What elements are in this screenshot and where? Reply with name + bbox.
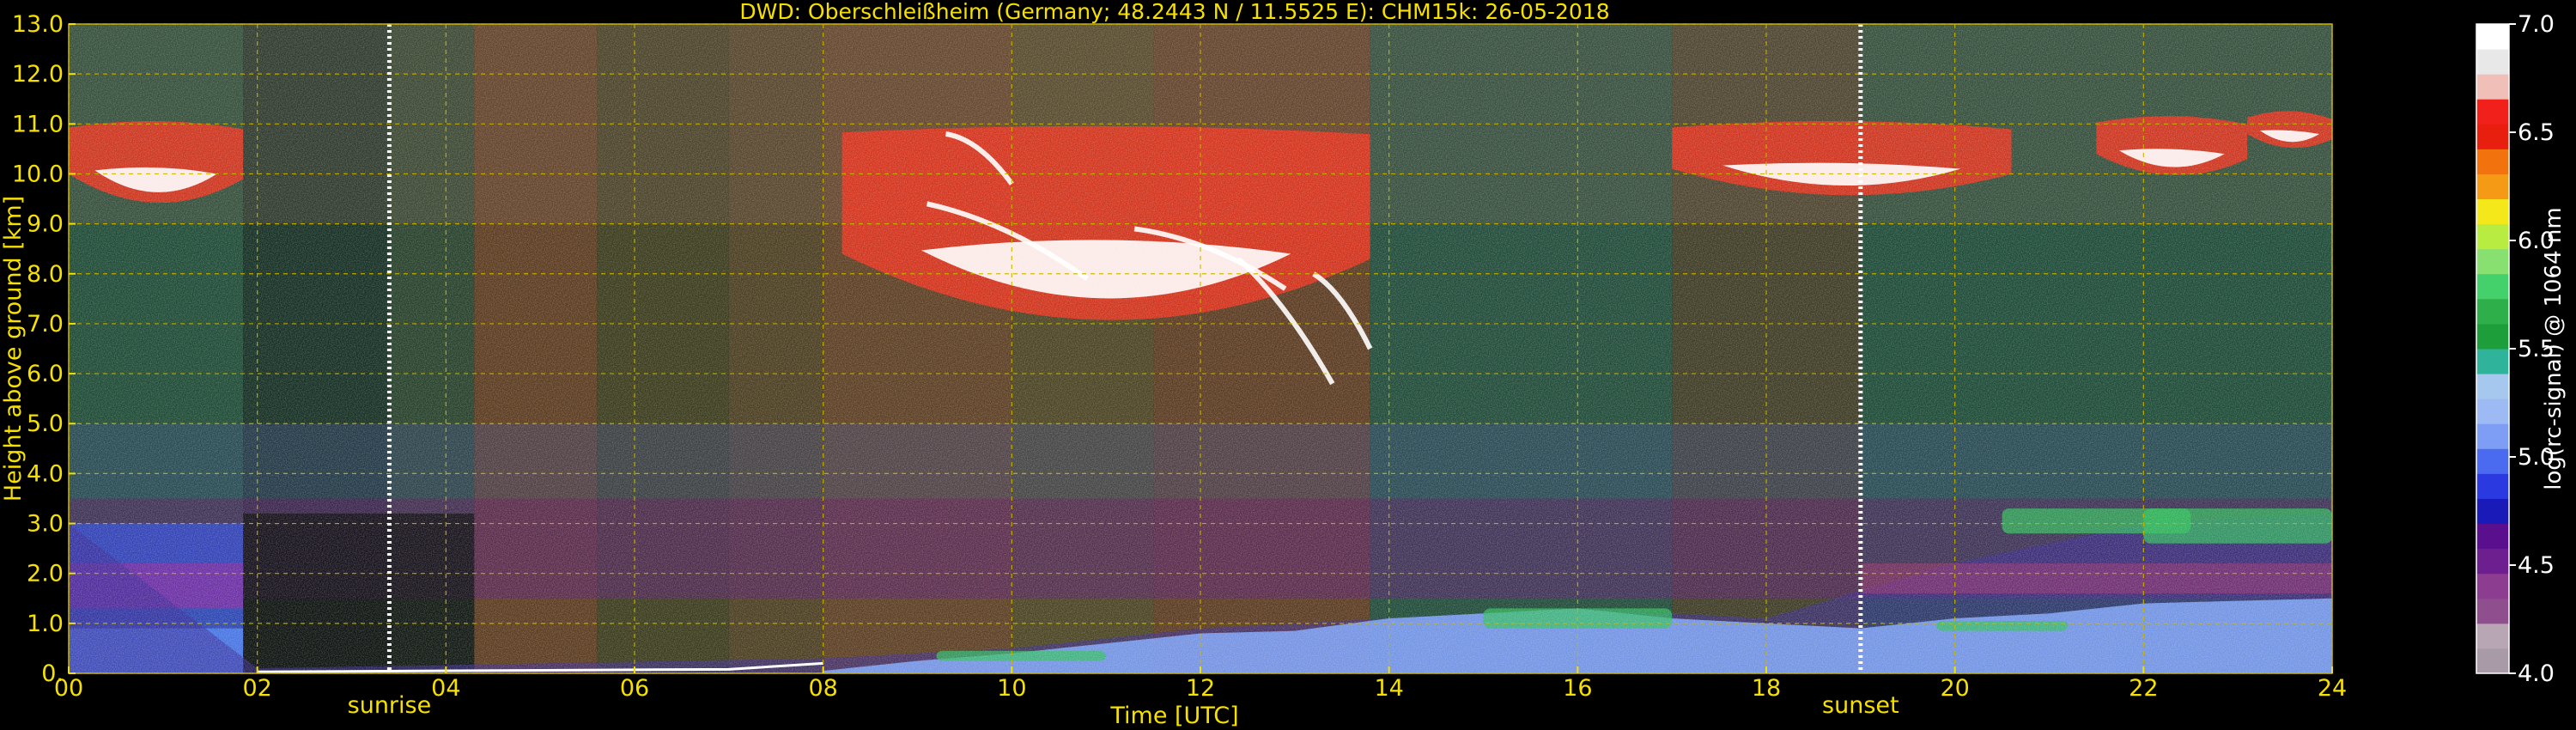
y-tick-label: 5.0: [27, 411, 64, 437]
colorbar-segment: [2476, 149, 2509, 174]
colorbar-segment: [2476, 648, 2509, 674]
colorbar-segment: [2476, 598, 2509, 624]
colorbar-tick-label: 4.0: [2518, 660, 2555, 687]
x-tick-label: 02: [242, 675, 271, 702]
colorbar-segment: [2476, 173, 2509, 200]
colorbar-segment: [2476, 248, 2509, 275]
y-tick-label: 7.0: [27, 311, 64, 338]
colorbar-segment: [2476, 74, 2509, 100]
y-tick-label: 3.0: [27, 511, 64, 538]
colorbar-segment: [2476, 523, 2509, 550]
x-tick-label: 18: [1752, 675, 1781, 702]
y-tick-label: 2.0: [27, 561, 64, 587]
colorbar-segment: [2476, 323, 2509, 350]
y-tick-label: 6.0: [27, 361, 64, 387]
ceilometer-chart: sunrise sunset 00 02 04 06 08 10 12 14 16 18 20 22 24…: [0, 0, 2567, 729]
colorbar-tick-label: 7.0: [2518, 11, 2555, 38]
y-tick-label: 11.0: [12, 111, 64, 137]
annotation-label-sunset: sunset: [1822, 692, 1899, 719]
colorbar-segment: [2476, 99, 2509, 125]
x-tick-label: 20: [1940, 675, 1969, 702]
x-axis-label: Time [UTC]: [1109, 703, 1238, 729]
x-tick-label: 04: [431, 675, 460, 702]
colorbar-segment: [2476, 423, 2509, 449]
colorbar-tick-label: 6.5: [2518, 119, 2555, 146]
y-tick-label: 10.0: [12, 161, 64, 187]
y-tick-label: 8.0: [27, 261, 64, 288]
y-tick-label: 4.0: [27, 460, 64, 487]
colorbar-segment: [2476, 473, 2509, 499]
chart-title: DWD: Oberschleißheim (Germany; 48.2443 N…: [739, 0, 1609, 24]
colorbar-segment: [2476, 273, 2509, 300]
colorbar-segment: [2476, 498, 2509, 525]
x-tick-label: 06: [620, 675, 649, 702]
colorbar-segment: [2476, 573, 2509, 599]
y-tick-label: 12.0: [12, 61, 64, 88]
colorbar-segment: [2476, 623, 2509, 649]
colorbar-segment: [2476, 448, 2509, 474]
x-tick-label: 24: [2318, 675, 2347, 702]
y-tick-label: 13.0: [12, 11, 64, 38]
colorbar-label: log(rc-signal) @ 1064 nm: [2541, 207, 2567, 490]
x-tick-label: 10: [997, 675, 1026, 702]
y-tick-label: 0.: [41, 660, 64, 687]
colorbar-segment: [2476, 49, 2509, 75]
y-axis-label: Height above ground [km]: [0, 196, 27, 502]
colorbar-segment: [2476, 24, 2509, 50]
colorbar-tick-label: 4.5: [2518, 552, 2555, 579]
x-tick-label: 16: [1563, 675, 1592, 702]
colorbar-segment: [2476, 124, 2509, 149]
y-tick-label: 9.0: [27, 211, 64, 238]
x-tick-label: 08: [808, 675, 837, 702]
colorbar-segment: [2476, 298, 2509, 325]
x-tick-label: 12: [1186, 675, 1215, 702]
colorbar-segment: [2476, 548, 2509, 575]
colorbar-segment: [2476, 349, 2509, 374]
colorbar-segment: [2476, 398, 2509, 424]
colorbar-segment: [2476, 374, 2509, 399]
colorbar-segment: [2476, 198, 2509, 225]
x-tick-label: 14: [1374, 675, 1403, 702]
x-tick-label: 22: [2129, 675, 2158, 702]
annotation-label-sunrise: sunrise: [348, 692, 432, 719]
colorbar-segment: [2476, 223, 2509, 250]
y-tick-label: 1.0: [27, 611, 64, 637]
